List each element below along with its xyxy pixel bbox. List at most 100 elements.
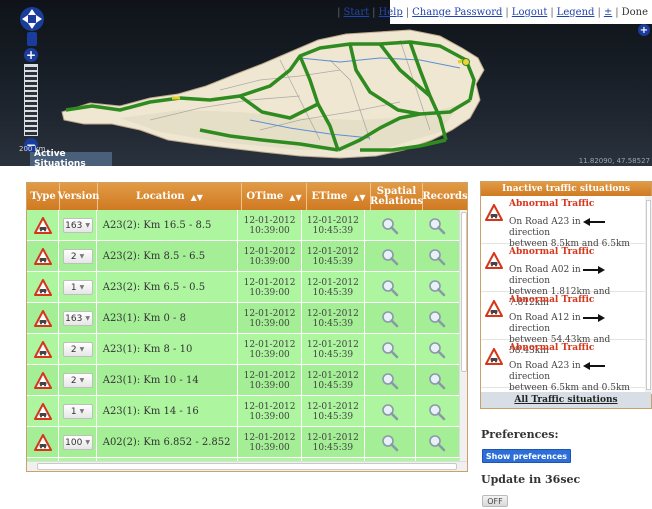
table-row[interactable]: 1 ▼ A23(1): Km 14 - 16 12-01-2012 10:39:00 12… [27,396,459,427]
records-search-icon[interactable] [428,217,446,235]
cell-type [27,365,60,396]
nav-link-help[interactable]: Help [379,7,403,18]
records-search-icon[interactable] [428,248,446,266]
cell-location: A23(1): Km 10 - 14 [97,365,239,396]
cell-type [27,210,60,241]
column-header-spatial-relations[interactable]: Spatial Relations [370,183,423,210]
cell-spatial-relations [365,365,416,396]
nav-link-logout[interactable]: Logout [512,7,548,18]
spatial-relations-search-icon[interactable] [381,310,399,328]
layer-switcher-icon[interactable]: + [638,24,650,36]
traffic-warning-icon [33,217,52,234]
zoom-control[interactable]: + − [22,48,42,152]
spatial-relations-search-icon[interactable] [381,279,399,297]
warning-icon-wrap [485,252,503,273]
column-header-etime[interactable]: ETime ▲▼ [307,183,371,210]
show-preferences-button[interactable]: Show preferences [482,449,571,463]
column-header-records[interactable]: Records [422,183,467,210]
cell-location: A23(1): Km 8 - 10 [97,334,239,365]
spatial-relations-search-icon[interactable] [381,372,399,390]
chevron-down-icon: ▼ [79,284,85,291]
spatial-relations-search-icon[interactable] [381,403,399,421]
cell-otime: 12-01-201210:39:00 [238,241,302,272]
map-view[interactable]: | Start | Help | Change Password | Logout | … [0,0,652,166]
cell-otime: 12-01-201210:39:00 [238,396,302,427]
spatial-relations-search-icon[interactable] [381,217,399,235]
cell-etime: 12-01-201210:45:39 [302,334,365,365]
cell-records [416,334,459,365]
inactive-situation-item[interactable]: Abnormal Traffic On Road A12 indirection b… [481,292,645,356]
column-header-type[interactable]: Type [27,183,60,210]
column-header-version[interactable]: Version [58,183,99,210]
tab-active-situations[interactable]: Active Situations [30,149,112,166]
version-select[interactable]: 163 ▼ [62,218,93,233]
cell-spatial-relations [365,303,416,334]
cell-spatial-relations [365,272,416,303]
nav-link-legend[interactable]: Legend [557,7,595,18]
records-search-icon[interactable] [428,341,446,359]
traffic-warning-icon [485,300,503,317]
records-search-icon[interactable] [428,310,446,328]
inactive-situation-item[interactable]: Abnormal Traffic On Road A23 indirection b… [481,196,645,249]
cell-etime: 12-01-201210:45:39 [302,241,365,272]
inactive-situation-item[interactable]: Abnormal Traffic On Road A23 indirection b… [481,340,645,393]
records-search-icon[interactable] [428,372,446,390]
cell-type [27,334,60,365]
arrow-left-icon [582,217,605,226]
arrow-right-icon [582,313,605,322]
traffic-warning-icon [33,372,52,389]
column-header-location[interactable]: Location ▲▼ [98,183,242,210]
records-search-icon[interactable] [428,434,446,452]
version-select[interactable]: 2 ▼ [62,249,93,264]
traffic-warning-icon [33,341,52,358]
version-select[interactable]: 100 ▼ [62,435,93,450]
version-select[interactable]: 163 ▼ [62,311,93,326]
all-traffic-situations-link[interactable]: All Traffic situations [514,395,617,405]
spatial-relations-search-icon[interactable] [381,341,399,359]
cell-spatial-relations [365,427,416,458]
table-row[interactable]: 2 ▼ A23(2): Km 8.5 - 6.5 12-01-2012 10:39:00… [27,241,459,272]
nav-link-change-password[interactable]: Change Password [412,7,502,18]
auto-update-toggle[interactable]: OFF [482,495,508,507]
cell-records [416,272,459,303]
cell-otime: 12-01-201210:39:00 [238,272,302,303]
cell-spatial-relations [365,396,416,427]
table-row[interactable]: 163 ▼ A23(2): Km 16.5 - 8.5 12-01-2012 10:39… [27,210,459,241]
table-row[interactable]: 2 ▼ A23(1): Km 8 - 10 12-01-2012 10:39:00 12-… [27,334,459,365]
spatial-relations-search-icon[interactable] [381,248,399,266]
spatial-relations-search-icon[interactable] [381,434,399,452]
table-row[interactable]: 2 ▼ A23(1): Km 10 - 14 12-01-2012 10:39:00 12… [27,365,459,396]
inactive-situation-item[interactable]: Abnormal Traffic On Road A02 indirection b… [481,244,645,308]
cell-version: 2 ▼ [59,241,97,272]
table-horizontal-scrollbar[interactable] [27,461,467,471]
table-row[interactable]: 1 ▼ A23(2): Km 6.5 - 0.5 12-01-2012 10:39:00… [27,272,459,303]
traffic-warning-icon [485,252,503,269]
zoom-in-button[interactable]: + [24,48,38,62]
version-select[interactable]: 1 ▼ [62,280,93,295]
inactive-list-scrollbar[interactable] [645,196,652,394]
chevron-down-icon: ▼ [79,346,85,353]
pan-control-icon[interactable] [19,6,45,50]
austria-road-map[interactable] [0,0,652,166]
table-row[interactable]: 163 ▼ A23(1): Km 0 - 8 12-01-2012 10:39:00 12… [27,303,459,334]
traffic-warning-icon [33,279,52,296]
version-select[interactable]: 1 ▼ [62,404,93,419]
version-select[interactable]: 2 ▼ [62,373,93,388]
version-select[interactable]: 2 ▼ [62,342,93,357]
zoom-slider[interactable] [24,64,38,136]
traffic-warning-icon [33,248,52,265]
cell-etime: 12-01-201210:45:39 [302,427,365,458]
cell-etime: 12-01-201210:45:39 [302,210,365,241]
sort-icon: ▲▼ [353,191,366,202]
records-search-icon[interactable] [428,403,446,421]
cell-location: A23(2): Km 8.5 - 6.5 [97,241,239,272]
chevron-down-icon: ▼ [79,408,85,415]
table-row[interactable]: 100 ▼ A02(2): Km 6.852 - 2.852 12-01-2012 10… [27,427,459,458]
column-header-otime[interactable]: OTime ▲▼ [242,183,307,210]
nav-link-toggle[interactable]: ± [604,7,612,18]
table-vertical-scrollbar[interactable] [459,210,467,461]
cell-version: 163 ▼ [59,303,97,334]
situation-title: Abnormal Traffic [509,343,595,353]
nav-link-start[interactable]: Start [344,7,370,18]
records-search-icon[interactable] [428,279,446,297]
